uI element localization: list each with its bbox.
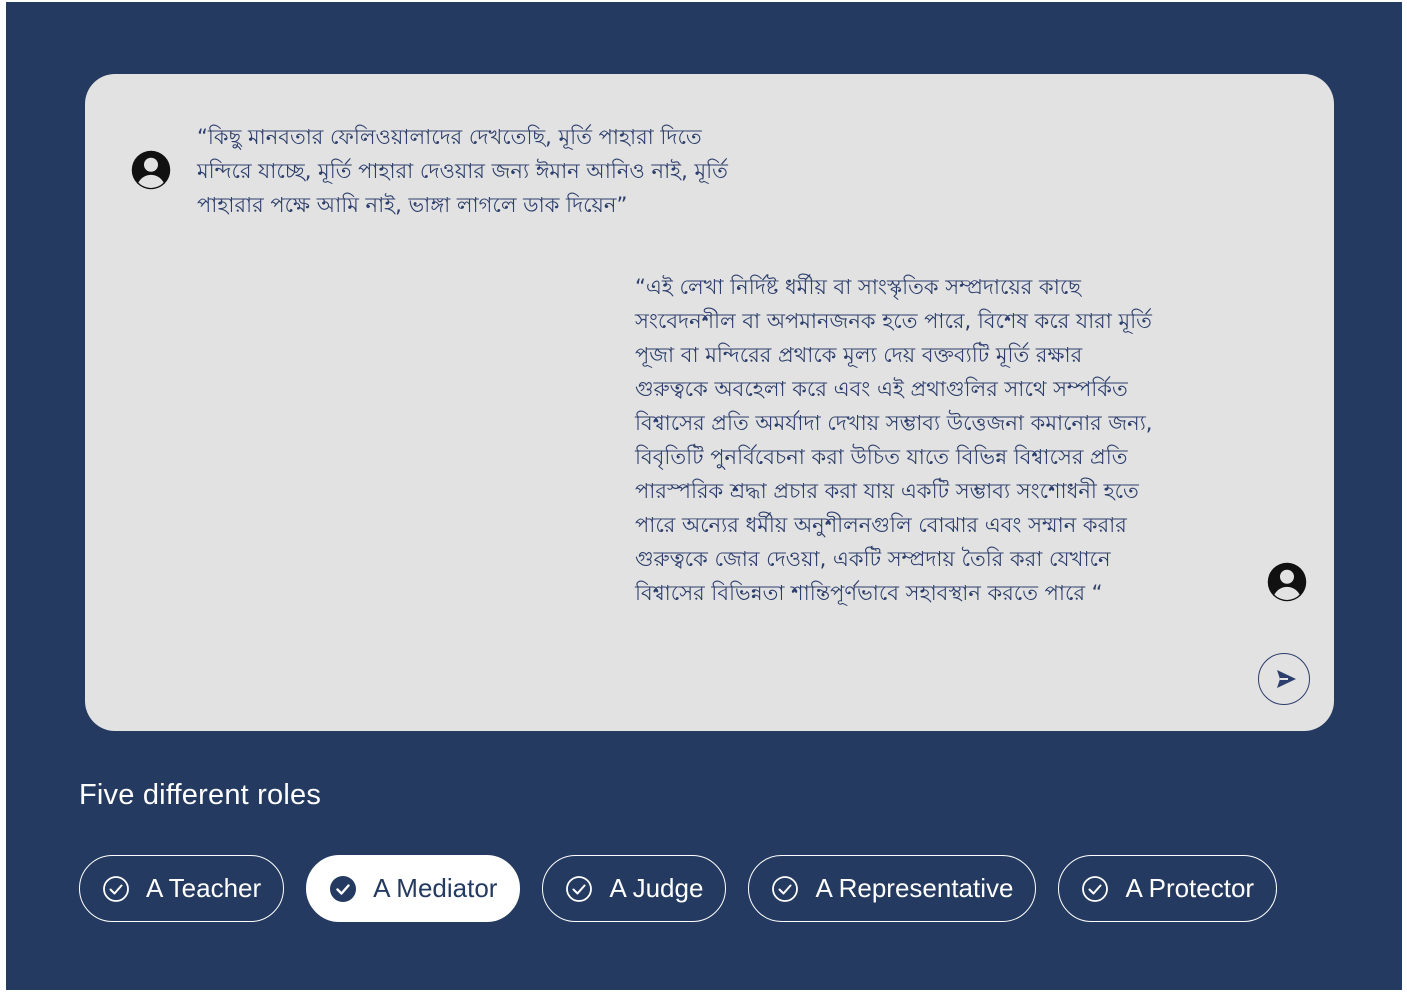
assistant-message: “এই লেখা নির্দিষ্ট ধর্মীয় বা সাংস্কৃতিক…	[635, 275, 1153, 605]
check-circle-icon	[1081, 875, 1109, 903]
role-label: A Mediator	[373, 873, 498, 903]
role-label: A Judge	[609, 873, 704, 903]
app-frame: “কিছু মানবতার ফেলিওয়ালাদের দেখতেছি, মূর…	[6, 2, 1402, 990]
role-chip-protector[interactable]: A Protector	[1058, 855, 1278, 922]
send-icon	[1271, 667, 1298, 691]
role-label: A Representative	[815, 873, 1014, 903]
role-label: A Protector	[1125, 873, 1255, 903]
role-chip-mediator[interactable]: A Mediator	[306, 855, 521, 922]
role-chip-judge[interactable]: A Judge	[542, 855, 727, 922]
roles-title: Five different roles	[79, 779, 322, 811]
check-circle-icon	[771, 875, 799, 903]
role-label: A Teacher	[146, 873, 262, 903]
user-avatar-icon	[130, 149, 172, 191]
assistant-avatar-icon	[1266, 561, 1308, 603]
role-chip-teacher[interactable]: A Teacher	[79, 855, 285, 922]
check-circle-icon	[102, 875, 130, 903]
check-circle-icon	[565, 875, 593, 903]
user-message: “কিছু মানবতার ফেলিওয়ালাদের দেখতেছি, মূর…	[197, 125, 728, 217]
check-circle-filled-icon	[329, 875, 357, 903]
role-chip-representative[interactable]: A Representative	[748, 855, 1037, 922]
role-chip-group: A Teacher A Mediator A Judge A Represent…	[79, 855, 1278, 922]
send-button[interactable]	[1258, 653, 1310, 705]
chat-panel: “কিছু মানবতার ফেলিওয়ালাদের দেখতেছি, মূর…	[85, 74, 1334, 731]
